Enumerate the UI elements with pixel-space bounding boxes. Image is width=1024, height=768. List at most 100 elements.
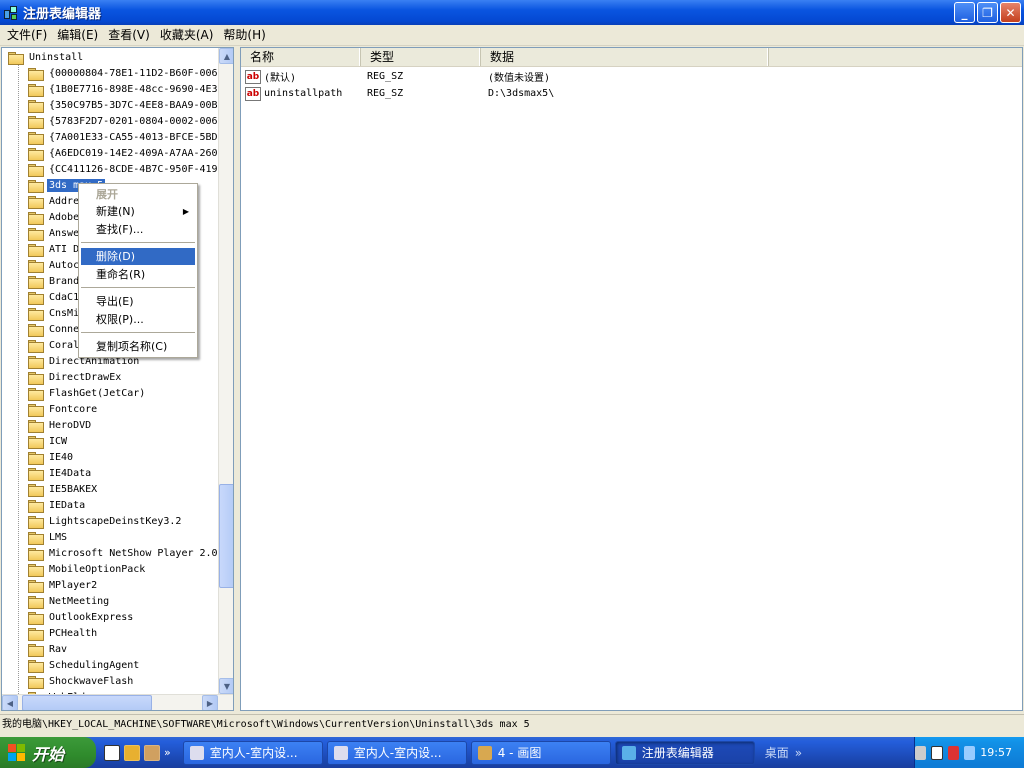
context-copy-key-name[interactable]: 复制项名称(C) <box>81 338 195 355</box>
help-icon[interactable] <box>931 745 943 760</box>
tree-vertical-scrollbar[interactable]: ▲ ▼ <box>218 48 233 694</box>
title-bar[interactable]: 注册表编辑器 _ ❐ ✕ <box>0 0 1024 25</box>
start-button[interactable]: 开始 <box>0 737 96 768</box>
tree-item[interactable]: Coral <box>28 337 81 353</box>
tree-item[interactable]: {A6EDC019-14E2-409A-A7AA-260 <box>28 145 218 161</box>
taskbar-button-browser-1[interactable]: 室内人-室内设... <box>182 740 323 765</box>
menu-edit[interactable]: 编辑(E) <box>52 26 103 45</box>
scroll-right-button[interactable]: ▶ <box>202 695 218 710</box>
network-icon[interactable] <box>964 745 976 760</box>
tree-item[interactable]: Brand <box>28 273 81 289</box>
tree-item[interactable]: IE40 <box>28 449 75 465</box>
tree-item[interactable]: CdaC1 <box>28 289 81 305</box>
desktop-toolbar-label[interactable]: 桌面 <box>765 744 789 761</box>
tree-horizontal-scrollbar[interactable]: ◀ ▶ <box>2 694 233 710</box>
antivirus-icon[interactable] <box>947 745 960 760</box>
scroll-thumb[interactable] <box>219 484 233 588</box>
context-export[interactable]: 导出(E) <box>81 293 195 310</box>
tree-item[interactable]: ICW <box>28 433 69 449</box>
context-find[interactable]: 查找(F)... <box>81 221 195 238</box>
folder-icon <box>28 483 44 497</box>
key-tree[interactable]: Uninstall {00000804-78E1-11D2-B60F-006 {1… <box>2 48 218 694</box>
minimize-button[interactable]: _ <box>954 2 975 23</box>
tree-item[interactable]: ShockwaveFlash <box>28 673 135 689</box>
tree-item[interactable]: MobileOptionPack <box>28 561 147 577</box>
tree-item[interactable]: ATI D <box>28 241 81 257</box>
tree-item[interactable]: Microsoft NetShow Player 2.0 <box>28 545 218 561</box>
taskbar-button-paint[interactable]: 4 - 画图 <box>470 740 611 765</box>
tree-item[interactable]: OutlookExpress <box>28 609 135 625</box>
taskbar-button-browser-2[interactable]: 室内人-室内设... <box>326 740 467 765</box>
windows-flag-icon <box>8 743 26 762</box>
tree-item-label: Uninstall <box>29 51 84 63</box>
tree-item[interactable]: Fontcore <box>28 401 99 417</box>
column-header-type[interactable]: 类型 <box>361 48 481 66</box>
tree-item[interactable]: {CC411126-8CDE-4B7C-950F-419 <box>28 161 218 177</box>
desktop-toolbar-more-icon[interactable]: » <box>795 746 802 760</box>
menu-file[interactable]: 文件(F) <box>2 26 52 45</box>
tree-item[interactable]: MPlayer2 <box>28 577 99 593</box>
tree-item[interactable]: Rav <box>28 641 69 657</box>
menu-view[interactable]: 查看(V) <box>103 26 155 45</box>
scroll-down-button[interactable]: ▼ <box>219 678 233 694</box>
keyboard-icon[interactable] <box>915 745 927 760</box>
folder-icon <box>28 259 44 273</box>
column-header-name[interactable]: 名称 <box>241 48 361 66</box>
tree-item[interactable]: FlashGet(JetCar) <box>28 385 147 401</box>
tree-item[interactable]: PCHealth <box>28 625 99 641</box>
tree-item-uninstall[interactable]: Uninstall <box>8 49 85 65</box>
context-rename[interactable]: 重命名(R) <box>81 266 195 283</box>
tree-item[interactable]: Conne <box>28 321 81 337</box>
tree-item[interactable]: Answe <box>28 225 81 241</box>
tree-item[interactable]: {5783F2D7-0201-0804-0002-006 <box>28 113 218 129</box>
tree-item[interactable]: IEData <box>28 497 87 513</box>
scroll-left-button[interactable]: ◀ <box>2 695 18 710</box>
context-delete[interactable]: 删除(D) <box>81 248 195 265</box>
folder-icon <box>28 675 44 689</box>
menu-help[interactable]: 帮助(H) <box>218 26 270 45</box>
tree-item[interactable]: SchedulingAgent <box>28 657 141 673</box>
close-button[interactable]: ✕ <box>1000 2 1021 23</box>
hscroll-thumb[interactable] <box>22 695 152 710</box>
scroll-up-button[interactable]: ▲ <box>219 48 233 64</box>
tree-item[interactable]: IE4Data <box>28 465 93 481</box>
taskbar-button-registry-editor[interactable]: 注册表编辑器 <box>614 740 755 765</box>
folder-icon <box>28 195 44 209</box>
values-list-pane[interactable]: 名称 类型 数据 ab (默认) REG_SZ (数值未设置) ab unins… <box>240 47 1023 711</box>
tree-item-label: CdaC1 <box>49 291 80 303</box>
tree-item[interactable]: Adobe <box>28 209 81 225</box>
folder-icon <box>28 163 44 177</box>
restore-button[interactable]: ❐ <box>977 2 998 23</box>
folder-open-icon <box>8 51 24 65</box>
folder-icon <box>28 643 44 657</box>
tree-item[interactable]: {7A001E33-CA55-4013-BFCE-5BD <box>28 129 218 145</box>
tree-item[interactable]: {350C97B5-3D7C-4EE8-BAA9-00B <box>28 97 218 113</box>
tree-item[interactable]: LightscapeDeinstKey3.2 <box>28 513 183 529</box>
context-new[interactable]: 新建(N) ▶ <box>81 203 195 220</box>
tree-item[interactable]: {1B0E7716-898E-48cc-9690-4E3 <box>28 81 218 97</box>
tree-item[interactable]: CnsMi <box>28 305 81 321</box>
clock[interactable]: 19:57 <box>980 746 1012 759</box>
menu-favorites[interactable]: 收藏夹(A) <box>155 26 219 45</box>
tree-item[interactable]: Autoc <box>28 257 81 273</box>
folder-icon <box>28 579 44 593</box>
tree-item[interactable]: HeroDVD <box>28 417 93 433</box>
tree-item[interactable]: DirectDrawEx <box>28 369 123 385</box>
paint-brush-icon[interactable] <box>144 744 160 761</box>
messenger-icon[interactable] <box>124 744 140 761</box>
tree-item[interactable]: NetMeeting <box>28 593 111 609</box>
tree-item-label: {5783F2D7-0201-0804-0002-006 <box>49 115 218 127</box>
key-tree-pane[interactable]: Uninstall {00000804-78E1-11D2-B60F-006 {1… <box>1 47 234 711</box>
context-permissions[interactable]: 权限(P)... <box>81 311 195 328</box>
tree-item[interactable]: {00000804-78E1-11D2-B60F-006 <box>28 65 218 81</box>
folder-icon <box>28 323 44 337</box>
tree-item[interactable]: IE5BAKEX <box>28 481 99 497</box>
context-expand[interactable]: 展开 <box>81 186 195 203</box>
list-row[interactable]: ab (默认) REG_SZ (数值未设置) <box>245 68 550 85</box>
tree-item[interactable]: LMS <box>28 529 69 545</box>
tree-item[interactable]: Addre <box>28 193 81 209</box>
column-header-data[interactable]: 数据 <box>481 48 769 66</box>
quick-launch-more-icon[interactable]: » <box>164 746 171 759</box>
media-player-icon[interactable] <box>104 744 120 761</box>
list-row[interactable]: ab uninstallpath REG_SZ D:\3dsmax5\ <box>245 85 554 102</box>
